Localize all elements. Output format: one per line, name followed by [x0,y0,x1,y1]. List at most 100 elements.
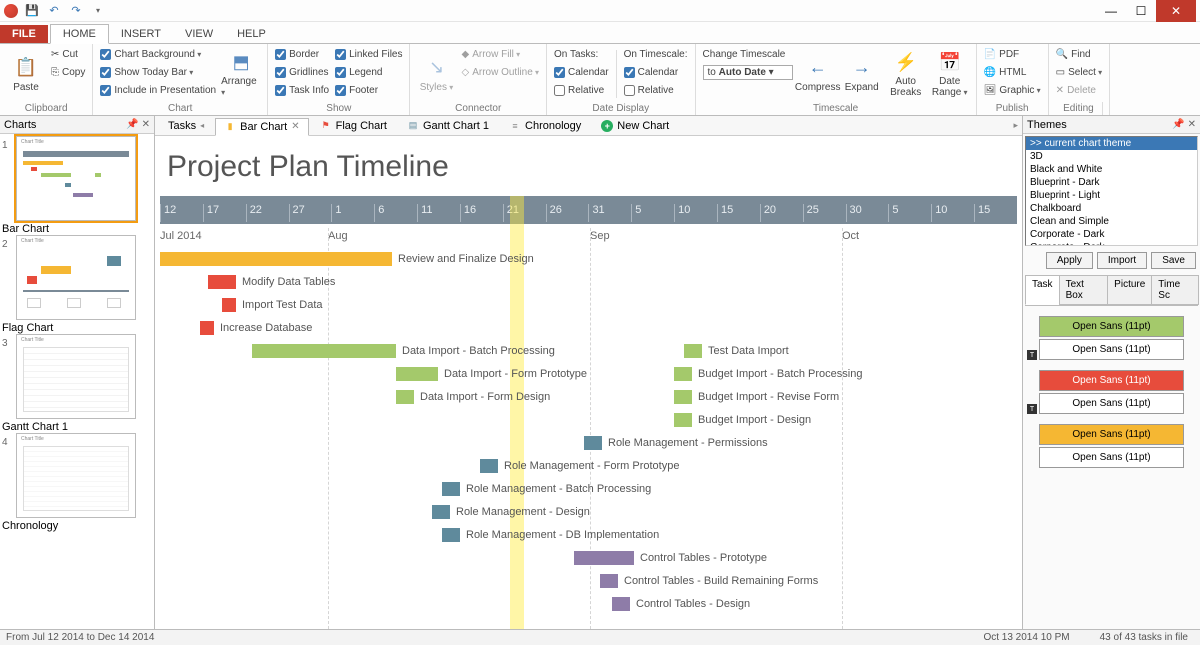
task-bar[interactable]: Review and Finalize Design [160,252,534,266]
find-button[interactable]: 🔍Find [1055,46,1104,63]
task-bar[interactable]: Modify Data Tables [208,275,335,289]
task-bar[interactable]: Budget Import - Batch Processing [674,367,862,381]
theme-item[interactable]: Blueprint - Light [1026,189,1197,202]
swatch-plain[interactable]: Open Sans (11pt) [1039,339,1184,360]
close-button[interactable]: ✕ [1156,0,1196,22]
pdf-button[interactable]: 📄PDF [983,46,1042,63]
theme-item[interactable]: Clean and Simple [1026,215,1197,228]
swatch-green[interactable]: Open Sans (11pt) [1039,316,1184,337]
arrow-outline-button[interactable]: ◇Arrow Outline [460,64,540,81]
task-bar[interactable]: Data Import - Batch Processing [252,344,555,358]
qat-dropdown-icon[interactable]: ▾ [90,3,106,19]
grid-check[interactable]: Gridlines [274,64,330,81]
theme-item[interactable]: >> current chart theme [1026,137,1197,150]
chart-thumb[interactable]: 3Chart Title [2,334,152,419]
maximize-button[interactable]: ☐ [1126,0,1156,22]
tab-new-chart[interactable]: +New Chart [592,117,678,135]
footer-check[interactable]: Footer [334,82,403,99]
task-bar[interactable]: Role Management - DB Implementation [442,528,659,542]
onts-cal-check[interactable]: Calendar [623,64,689,81]
task-bar[interactable]: Test Data Import [684,344,789,358]
task-bar[interactable]: Role Management - Design [432,505,590,519]
close-tab-icon[interactable]: ✕ [291,121,299,132]
prop-tab-picture[interactable]: Picture [1107,275,1152,305]
graphic-button[interactable]: 🖼Graphic [983,82,1042,99]
expand-button[interactable]: →Expand [842,46,882,102]
swatch-red[interactable]: Open Sans (11pt) [1039,370,1184,391]
chart-thumb[interactable]: 2Chart Title [2,235,152,320]
tab-file[interactable]: FILE [0,25,48,43]
task-bar[interactable]: Control Tables - Prototype [574,551,767,565]
theme-item[interactable]: Blueprint - Dark [1026,176,1197,189]
task-bar[interactable]: Budget Import - Design [674,413,811,427]
arrange-button[interactable]: ⬒ Arrange [221,46,261,102]
paste-button[interactable]: 📋 Paste [6,46,46,102]
tab-flag-chart[interactable]: ⚑Flag Chart [311,117,396,135]
tab-insert[interactable]: INSERT [109,25,173,43]
task-bar[interactable]: Data Import - Form Design [396,390,550,404]
ontasks-rel-check[interactable]: Relative [553,82,610,99]
arrow-fill-button[interactable]: ◆Arrow Fill [460,46,540,63]
autobreaks-button[interactable]: ⚡Auto Breaks [886,46,926,102]
theme-item[interactable]: 3D [1026,150,1197,163]
show-today-check[interactable]: Show Today Bar [99,64,217,81]
tab-view[interactable]: VIEW [173,25,225,43]
tab-home[interactable]: HOME [50,24,109,44]
task-bar[interactable]: Control Tables - Design [612,597,750,611]
import-button[interactable]: Import [1097,252,1147,269]
theme-item[interactable]: Black and White [1026,163,1197,176]
task-bar[interactable]: Control Tables - Build Remaining Forms [600,574,818,588]
theme-item[interactable]: Corporate - Dark [1026,241,1197,246]
select-button[interactable]: ▭Select [1055,64,1104,81]
taskinfo-check[interactable]: Task Info [274,82,330,99]
compress-button[interactable]: ←Compress [798,46,838,102]
apply-button[interactable]: Apply [1046,252,1093,269]
theme-item[interactable]: Corporate - Dark [1026,228,1197,241]
pin-icon[interactable]: 📌 ✕ [1172,119,1196,130]
swatch-plain[interactable]: Open Sans (11pt) [1039,393,1184,414]
theme-item[interactable]: Chalkboard [1026,202,1197,215]
prop-tab-timesc[interactable]: Time Sc [1151,275,1199,305]
task-bar[interactable]: Data Import - Form Prototype [396,367,587,381]
chart-thumb[interactable]: 1Chart Title [2,136,152,221]
tab-help[interactable]: HELP [225,25,278,43]
tab-bar-chart[interactable]: ▮Bar Chart✕ [215,118,308,136]
task-bar[interactable]: Budget Import - Revise Form [674,390,839,404]
daterange-button[interactable]: 📅Date Range [930,46,970,102]
task-bar[interactable]: Role Management - Form Prototype [480,459,679,473]
onts-rel-check[interactable]: Relative [623,82,689,99]
html-button[interactable]: 🌐HTML [983,64,1042,81]
task-bar[interactable]: Import Test Data [222,298,323,312]
tab-tasks[interactable]: Tasks◂ [159,117,213,135]
ontasks-cal-check[interactable]: Calendar [553,64,610,81]
save-icon[interactable]: 💾 [24,3,40,19]
chart-canvas[interactable]: Project Plan Timeline 121722271611162126… [155,136,1022,629]
cut-button[interactable]: ✂Cut [50,46,86,63]
theme-list[interactable]: >> current chart theme3DBlack and WhiteB… [1025,136,1198,246]
task-bar[interactable]: Role Management - Batch Processing [442,482,651,496]
save-button[interactable]: Save [1151,252,1196,269]
tab-overflow-icon[interactable]: ▸ [1013,120,1018,131]
include-pres-check[interactable]: Include in Presentation [99,82,217,99]
tab-chronology[interactable]: ≡Chronology [500,117,590,135]
border-check[interactable]: Border [274,46,330,63]
task-bar[interactable]: Role Management - Permissions [584,436,768,450]
chart-bg-check[interactable]: Chart Background [99,46,217,63]
undo-icon[interactable]: ↶ [46,3,62,19]
styles-button[interactable]: ↘ Styles [416,46,456,102]
minimize-button[interactable]: — [1096,0,1126,22]
swatch-orange[interactable]: Open Sans (11pt) [1039,424,1184,445]
task-bar[interactable]: Increase Database [200,321,312,335]
delete-button[interactable]: ✕Delete [1055,82,1104,99]
copy-button[interactable]: ⎘Copy [50,64,86,81]
legend-check[interactable]: Legend [334,64,403,81]
linked-check[interactable]: Linked Files [334,46,403,63]
tab-gantt-chart[interactable]: ▤Gantt Chart 1 [398,117,498,135]
prop-tab-textbox[interactable]: Text Box [1059,275,1109,305]
redo-icon[interactable]: ↷ [68,3,84,19]
chart-thumb[interactable]: 4Chart Title [2,433,152,518]
swatch-plain[interactable]: Open Sans (11pt) [1039,447,1184,468]
pin-icon[interactable]: 📌 ✕ [126,119,150,130]
timescale-select[interactable]: to Auto Date ▾ [703,65,793,80]
prop-tab-task[interactable]: Task [1025,275,1060,305]
